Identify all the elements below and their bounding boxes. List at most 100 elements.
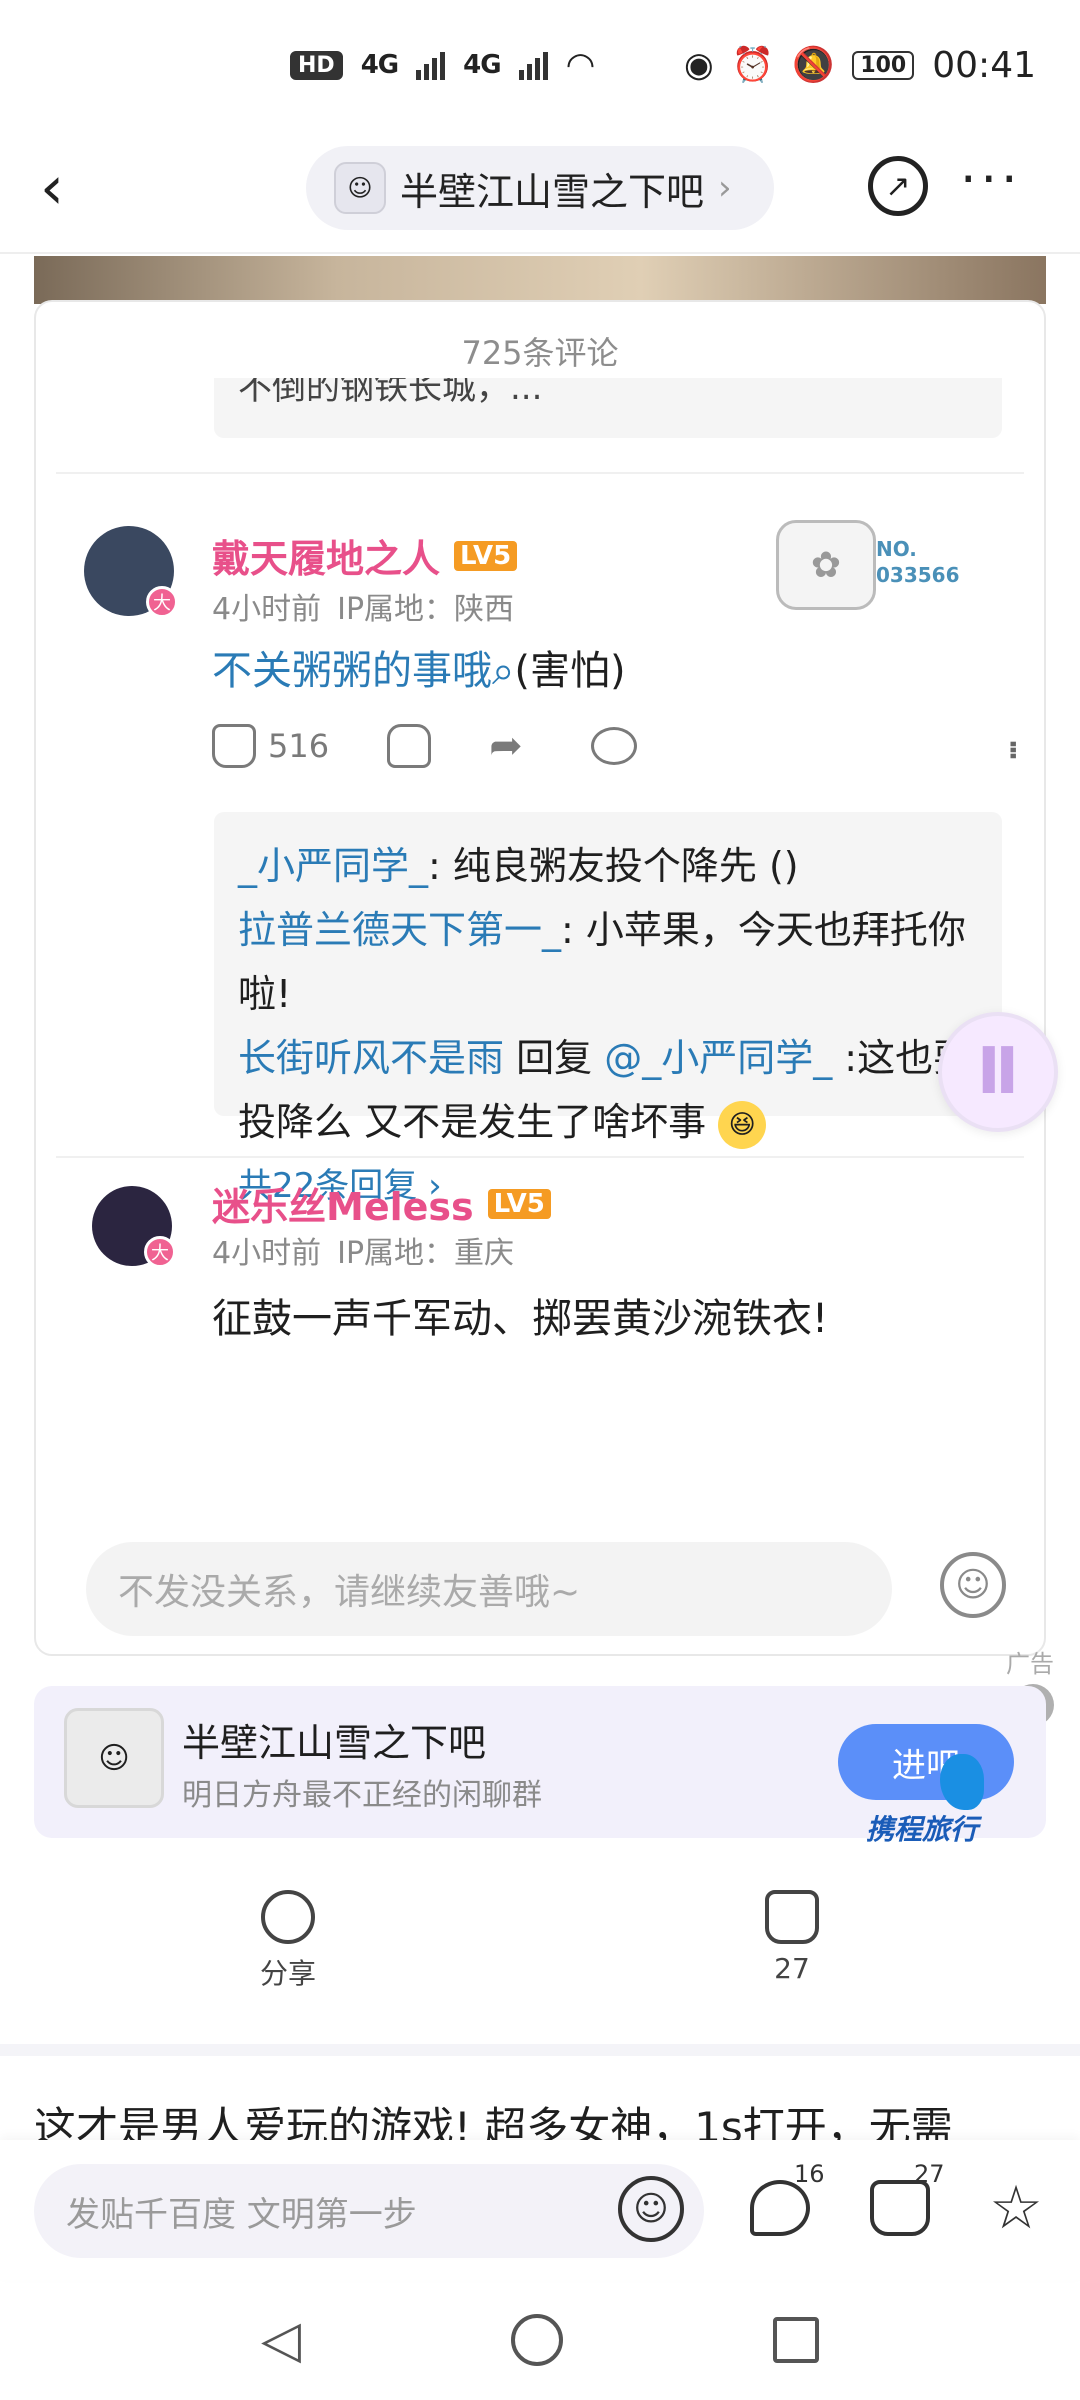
share-post-button[interactable]: 分享: [208, 1890, 368, 1992]
comments-panel: 725条评论 不倒的钢铁长城，... 大 戴天履地之人 LV5 4小时前 IP属…: [34, 300, 1046, 1656]
share-button[interactable]: ➦: [489, 724, 533, 768]
nav-recents-icon[interactable]: [773, 2317, 819, 2363]
eye-icon: ◉: [683, 45, 714, 85]
more-vertical-icon[interactable]: ···: [987, 737, 1038, 755]
divider: [56, 1156, 1024, 1158]
next-post-title[interactable]: 这才是男人爱玩的游戏! 超多女神，1s打开，无需: [34, 2094, 1054, 2140]
level-badge: LV5: [454, 540, 518, 571]
status-left: HD 4G 4G ◠: [290, 45, 595, 85]
share-icon: [261, 1890, 315, 1944]
comment-meta: 4小时前 IP属地：陕西: [212, 584, 514, 628]
reply-text: : 纯良粥友投个降先 (): [428, 844, 799, 888]
share-label: 分享: [259, 1957, 316, 1990]
ctrip-logo-icon: [940, 1754, 984, 1810]
avatar[interactable]: 大: [84, 526, 178, 618]
reply-target[interactable]: @_小严同学_: [604, 1036, 832, 1080]
status-bar: HD 4G 4G ◠ ◉ ⏰ 🔕 100 00:41: [0, 0, 1080, 130]
network-type-1: 4G: [360, 50, 399, 80]
comment-ip: IP属地：陕西: [337, 592, 515, 627]
thumbs-down-icon: [387, 724, 432, 768]
section-divider: [0, 2044, 1080, 2056]
forum-title: 半壁江山雪之下吧: [400, 169, 705, 214]
medal-label: NO.: [876, 537, 917, 561]
clock: 00:41: [932, 44, 1036, 86]
nav-home-icon[interactable]: [511, 2314, 563, 2366]
reply-user[interactable]: _小严同学_: [238, 844, 428, 888]
ctrip-brand: 携程旅行: [866, 1813, 979, 1846]
reply-item[interactable]: 长街听风不是雨 回复 @_小严同学_ :这也要投降么 又不是发生了啥坏事 😆: [238, 1026, 978, 1154]
post-image-strip: [34, 256, 1046, 304]
emoji-icon[interactable]: ☺: [618, 2176, 684, 2242]
ctrip-ad[interactable]: 携程旅行: [866, 1754, 1056, 1854]
wifi-icon: ◠: [565, 45, 596, 85]
username-text: 戴天履地之人: [212, 537, 441, 581]
member-badge-icon: 大: [146, 586, 178, 618]
star-icon[interactable]: ☆: [986, 2178, 1046, 2238]
ad-label: 广告: [1006, 1650, 1054, 1678]
comment-time: 4小时前: [212, 1236, 322, 1271]
reply-connector: 回复: [504, 1036, 605, 1080]
network-type-2: 4G: [463, 50, 501, 80]
reply-button[interactable]: [591, 727, 638, 765]
signal-icon: [518, 50, 548, 80]
like-count: 27: [774, 1952, 810, 1985]
share-icon[interactable]: ↗: [868, 156, 928, 216]
laugh-emoji-icon: 😆: [718, 1100, 767, 1149]
comment-actions: 516 ➦ ···: [212, 724, 1038, 768]
reply-user[interactable]: 拉普兰德天下第一_: [238, 908, 561, 952]
system-nav: ◁: [0, 2280, 1080, 2400]
top-nav: ‹ ☺ 半壁江山雪之下吧 › ↗ ···: [0, 130, 1080, 254]
hd-badge: HD: [290, 50, 343, 80]
comment-username[interactable]: 迷乐丝Meless LV5: [212, 1176, 551, 1231]
search-link[interactable]: 不关粥粥的事哦: [212, 648, 492, 694]
like-post-button[interactable]: 27: [712, 1890, 872, 1985]
chevron-right-icon: ›: [718, 168, 732, 208]
forum-card-desc: 明日方舟最不正经的闲聊群: [182, 1778, 542, 1813]
medal[interactable]: ✿ NO. 033566: [776, 520, 996, 620]
comment-time: 4小时前: [212, 592, 322, 627]
comment-input[interactable]: 不发没关系，请继续友善哦~: [86, 1542, 892, 1636]
back-icon[interactable]: ‹: [40, 158, 64, 218]
comment-username[interactable]: 戴天履地之人 LV5: [212, 528, 518, 583]
forum-card-avatar: ☺: [64, 1708, 164, 1808]
avatar[interactable]: 大: [92, 1186, 176, 1268]
comment-count: 16: [794, 2160, 825, 2188]
alarm-icon: ⏰: [731, 45, 774, 85]
post-input[interactable]: 发贴千百度 文明第一步: [34, 2164, 704, 2258]
comment-icon: [591, 727, 638, 765]
comment-count: 725条评论: [461, 334, 619, 372]
divider: [56, 472, 1024, 474]
share-arrow-icon: ➦: [489, 723, 523, 769]
comment-icon[interactable]: [750, 2180, 810, 2236]
floating-logo-icon[interactable]: Ⅱ: [938, 1012, 1058, 1132]
reply-item[interactable]: 拉普兰德天下第一_: 小苹果，今天也拜托你啦!: [238, 898, 978, 1026]
comment-ip: IP属地：重庆: [337, 1236, 515, 1271]
reply-user[interactable]: 长街听风不是雨: [238, 1036, 504, 1080]
username-text: 迷乐丝Meless: [212, 1185, 474, 1229]
signal-icon: [416, 50, 446, 80]
like-button[interactable]: 516: [212, 724, 329, 768]
search-icon[interactable]: ⌕: [492, 648, 514, 694]
member-badge-icon: 大: [144, 1236, 176, 1268]
comment-text-rest: (害怕): [514, 648, 626, 694]
level-badge: LV5: [487, 1188, 551, 1219]
reply-box[interactable]: _小严同学_: 纯良粥友投个降先 () 拉普兰德天下第一_: 小苹果，今天也拜托…: [214, 812, 1002, 1206]
like-count: 27: [914, 2160, 945, 2188]
forum-card-name: 半壁江山雪之下吧: [182, 1721, 487, 1765]
emoji-icon[interactable]: ☺: [940, 1552, 1006, 1618]
medal-number: NO. 033566: [876, 536, 960, 588]
comment-meta: 4小时前 IP属地：重庆: [212, 1228, 514, 1272]
dislike-button[interactable]: [387, 724, 432, 768]
thumbs-up-icon: [765, 1890, 819, 1944]
forum-pill[interactable]: ☺ 半壁江山雪之下吧 ›: [306, 146, 774, 230]
thumbs-up-icon[interactable]: [870, 2180, 930, 2236]
more-icon[interactable]: ···: [960, 150, 1022, 210]
medal-id: 033566: [876, 563, 960, 587]
thumbs-up-icon: [212, 724, 256, 768]
previous-reply-box[interactable]: 不倒的钢铁长城，...: [214, 378, 1002, 438]
battery-icon: 100: [852, 50, 915, 80]
nav-back-icon[interactable]: ◁: [261, 2310, 301, 2370]
bottom-bar: 发贴千百度 文明第一步 ☺ 16 27 ☆: [0, 2140, 1080, 2280]
reply-item[interactable]: _小严同学_: 纯良粥友投个降先 (): [238, 834, 978, 898]
comment-text: 不关粥粥的事哦⌕(害怕): [212, 638, 626, 696]
